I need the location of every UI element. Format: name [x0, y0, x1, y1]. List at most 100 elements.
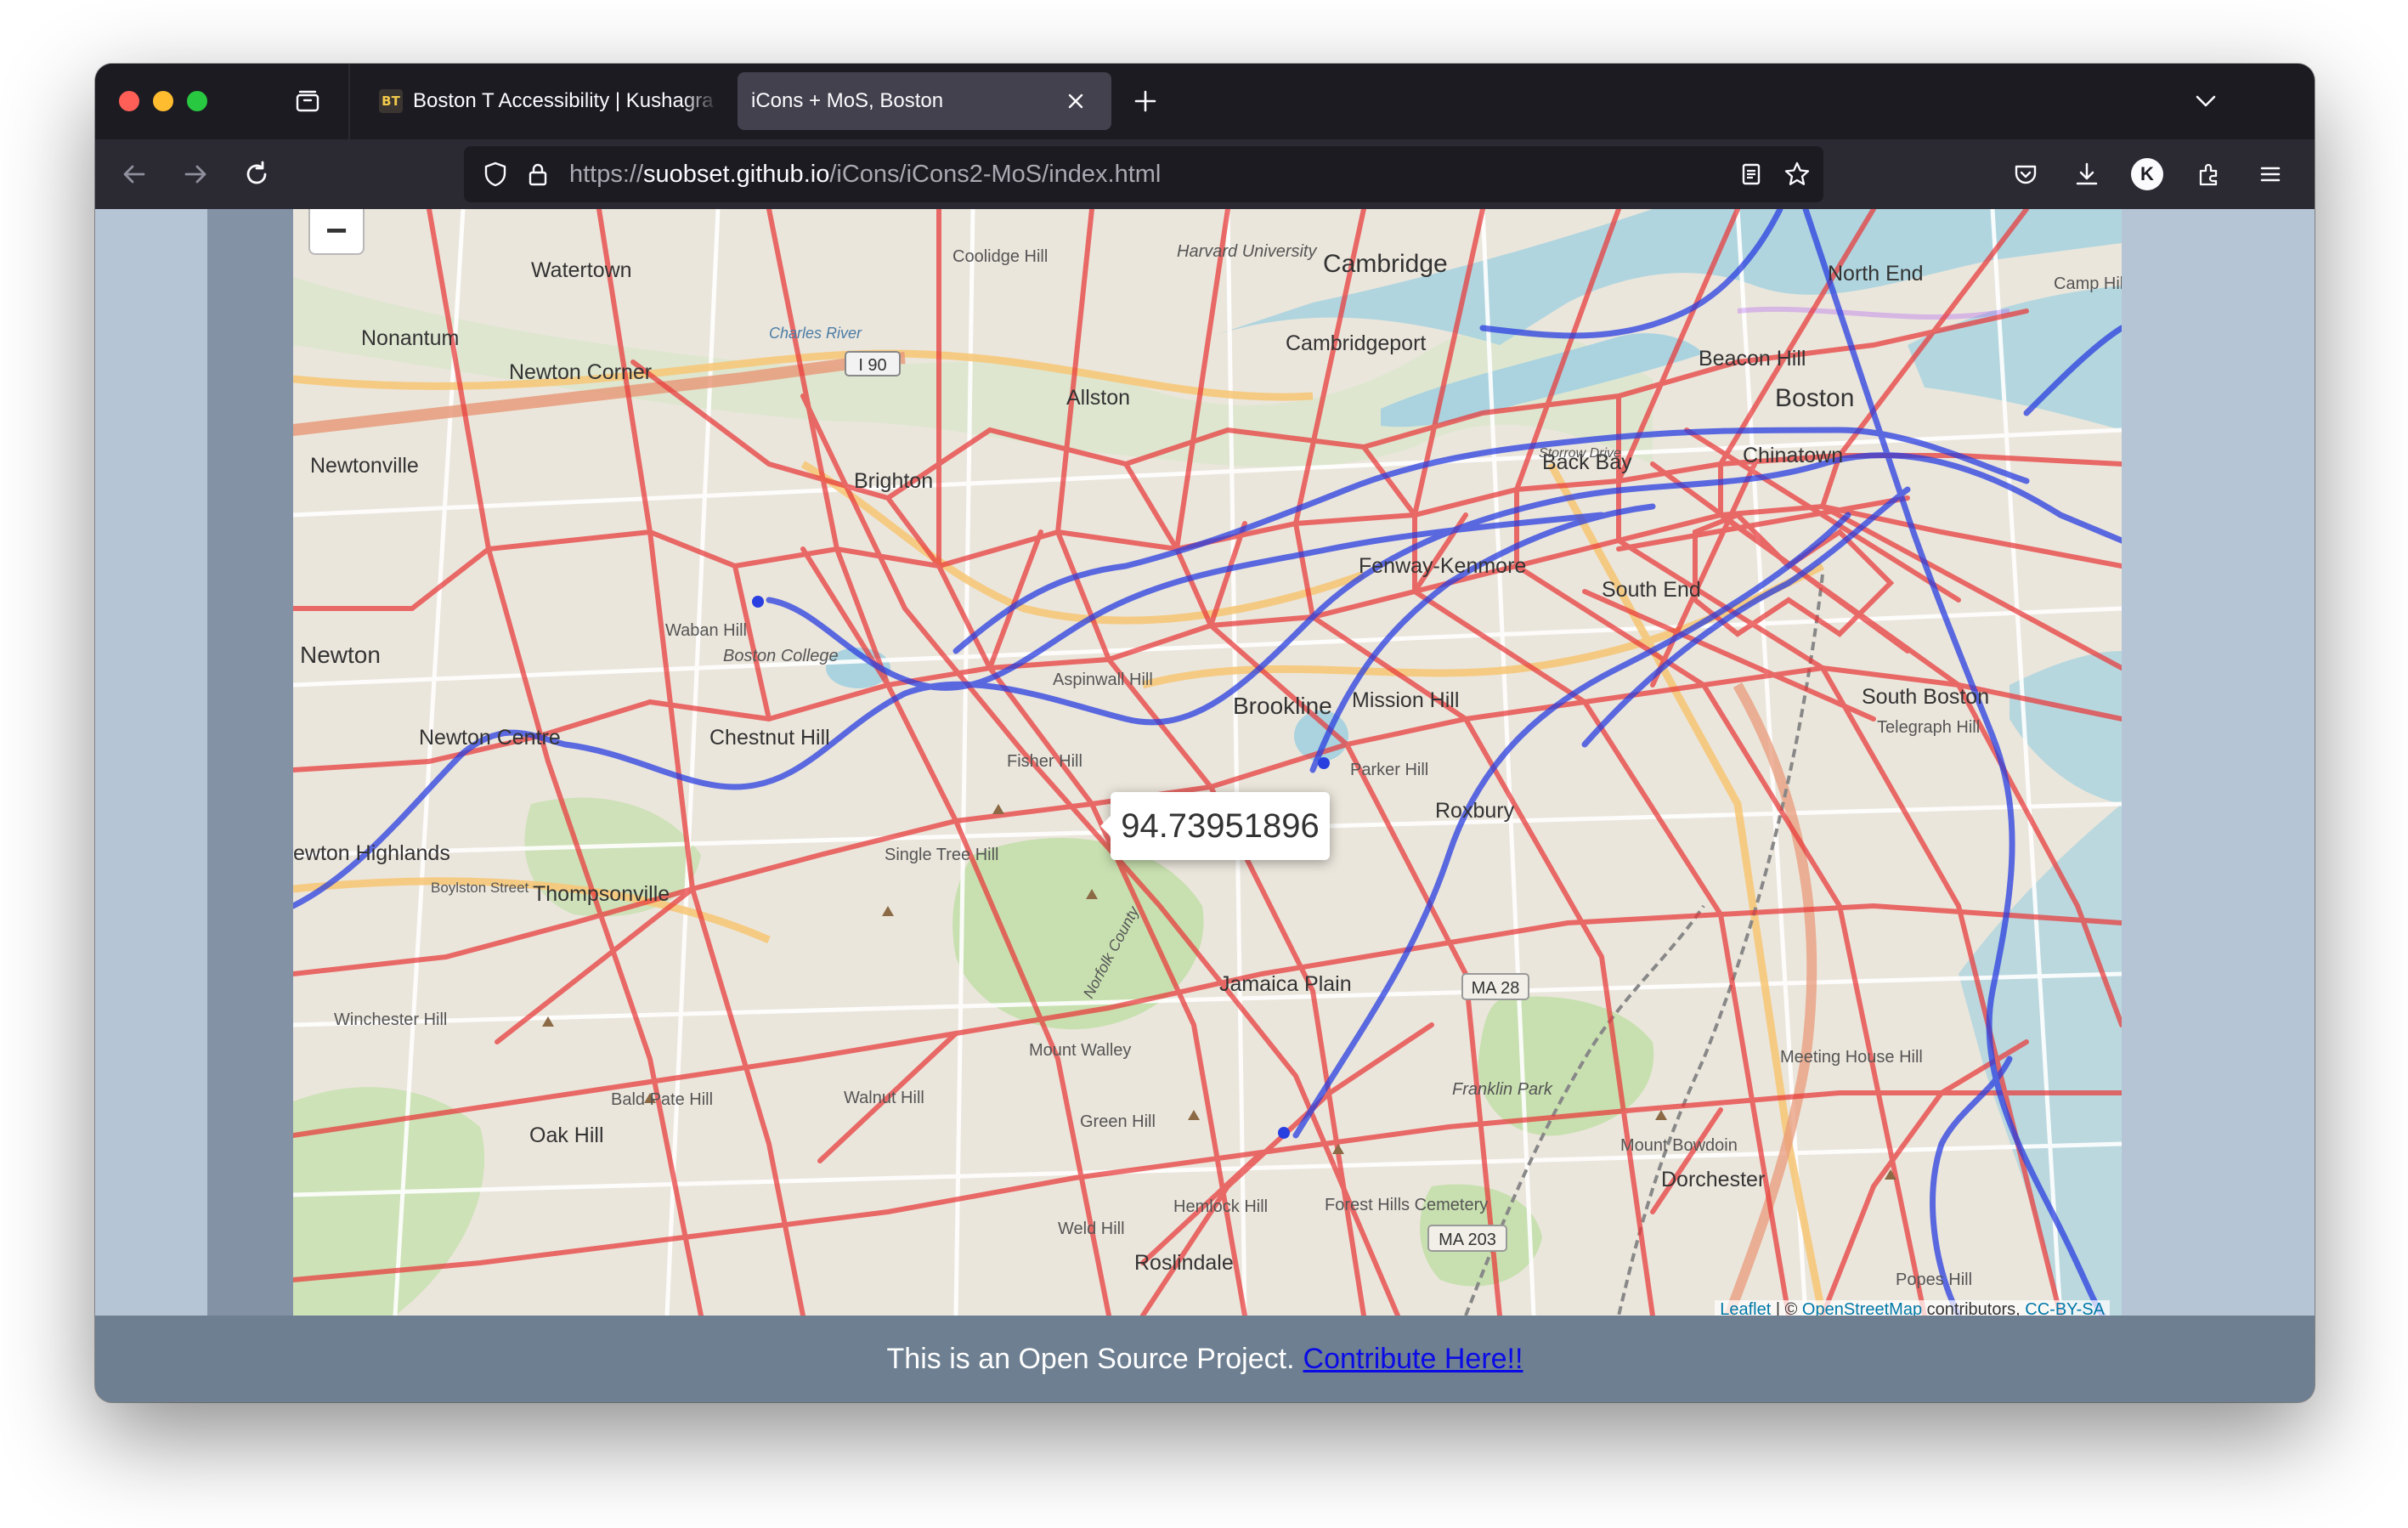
label-mount-walley: Mount Walley — [1029, 1041, 1131, 1060]
label-jamaica-plain: Jamaica Plain — [1219, 972, 1352, 996]
label-oak-hill: Oak Hill — [529, 1123, 604, 1147]
label-hemlock-hill: Hemlock Hill — [1173, 1197, 1268, 1216]
account-avatar-icon[interactable]: K — [2131, 158, 2163, 190]
label-newton: Newton — [300, 642, 381, 668]
zoom-out-label: − — [325, 210, 348, 252]
bookmark-star-icon[interactable] — [1781, 158, 1813, 190]
tab-overview-icon[interactable] — [292, 86, 323, 116]
label-meeting-house-hill: Meeting House Hill — [1780, 1048, 1923, 1067]
label-newton-highlands: ewton Highlands — [293, 841, 450, 865]
label-parker-hill: Parker Hill — [1350, 761, 1428, 779]
label-south-end: South End — [1602, 578, 1701, 602]
map-canvas: Watertown Nonantum Newton Corner Newtonv… — [293, 209, 2122, 1316]
map-attribution: Leaflet | © OpenStreetMap contributors, … — [1715, 1300, 2110, 1316]
minimize-window-button[interactable] — [153, 91, 173, 111]
attribution-contributors: contributors, — [1922, 1300, 2026, 1316]
label-newton-centre: Newton Centre — [419, 726, 561, 750]
tab-strip: BT Boston T Accessibility | Kushagra iCo… — [95, 64, 2315, 139]
label-chestnut-hill: Chestnut Hill — [709, 726, 830, 750]
label-south-boston: South Boston — [1862, 685, 1989, 709]
label-charles-river: Charles River — [769, 325, 862, 342]
download-icon[interactable] — [2070, 157, 2104, 191]
tab-title: Boston T Accessibility | Kushagra — [413, 89, 714, 112]
url-text[interactable]: https://suobset.github.io/iCons/iCons2-M… — [569, 161, 1161, 189]
tab-list-icon[interactable] — [2190, 86, 2221, 116]
label-thompsonville: Thompsonville — [533, 882, 670, 906]
label-boylston-street: Boylston Street — [431, 880, 529, 896]
url-host: suobset.github.io — [643, 161, 830, 188]
page-content: Watertown Nonantum Newton Corner Newtonv… — [95, 209, 2315, 1402]
label-chinatown: Chinatown — [1743, 444, 1843, 467]
menu-icon[interactable] — [2253, 157, 2287, 191]
label-green-hill: Green Hill — [1080, 1112, 1156, 1131]
reload-icon[interactable] — [240, 157, 274, 191]
url-path: /iCons/iCons2-MoS/index.html — [829, 161, 1162, 188]
page-footer: This is an Open Source Project. Contribu… — [95, 1316, 2315, 1402]
license-link[interactable]: CC-BY-SA — [2025, 1300, 2105, 1316]
reader-view-icon[interactable] — [1735, 158, 1767, 190]
transit-stop — [1318, 757, 1330, 769]
label-north-end: North End — [1828, 262, 1924, 286]
label-winchester-hill: Winchester Hill — [334, 1010, 447, 1029]
label-storrow-drive: Storrow Drive — [1539, 446, 1621, 461]
forward-icon[interactable] — [178, 157, 212, 191]
address-bar[interactable]: https://suobset.github.io/iCons/iCons2-M… — [464, 146, 1823, 202]
zoom-out-button[interactable]: − — [308, 209, 365, 255]
attribution-separator: | © — [1771, 1300, 1802, 1316]
label-aspinwall-hill: Aspinwall Hill — [1053, 671, 1153, 689]
transit-stop — [1278, 1127, 1290, 1139]
tooltip-value: 94.73951896 — [1121, 806, 1320, 845]
url-scheme: https:// — [569, 161, 644, 188]
avatar-letter: K — [2140, 163, 2154, 184]
label-weld-hill: Weld Hill — [1058, 1220, 1125, 1238]
lock-icon[interactable] — [522, 158, 554, 190]
shield-icon[interactable] — [479, 158, 512, 190]
label-walnut-hill: Walnut Hill — [844, 1089, 924, 1107]
pocket-icon[interactable] — [2009, 157, 2043, 191]
label-waban-hill: Waban Hill — [665, 621, 747, 640]
leaflet-map[interactable]: Watertown Nonantum Newton Corner Newtonv… — [293, 209, 2122, 1316]
leaflet-link[interactable]: Leaflet — [1720, 1300, 1771, 1316]
shield-ma28: MA 28 — [1472, 979, 1520, 998]
label-bald-pate-hill: Bald Pate Hill — [611, 1090, 713, 1109]
navigation-toolbar: https://suobset.github.io/iCons/iCons2-M… — [95, 139, 2315, 209]
label-beacon-hill: Beacon Hill — [1699, 347, 1806, 371]
label-popes-hill: Popes Hill — [1896, 1271, 1972, 1289]
label-cambridge: Cambridge — [1323, 250, 1448, 278]
label-newton-corner: Newton Corner — [509, 360, 652, 384]
shield-ma203: MA 203 — [1439, 1231, 1496, 1249]
zoom-window-button[interactable] — [187, 91, 207, 111]
label-boston-college: Boston College — [723, 647, 839, 665]
label-harvard-university: Harvard University — [1177, 242, 1317, 261]
close-tab-icon[interactable] — [1064, 89, 1088, 113]
label-forest-hills-cemetery: Forest Hills Cemetery — [1325, 1196, 1488, 1214]
label-mount-bowdoin: Mount Bowdoin — [1620, 1136, 1738, 1155]
back-icon[interactable] — [117, 157, 151, 191]
label-watertown: Watertown — [531, 258, 632, 282]
footer-text: This is an Open Source Project. — [886, 1342, 1295, 1375]
new-tab-icon[interactable] — [1130, 86, 1161, 116]
tab-title: iCons + MoS, Boston — [751, 89, 944, 112]
label-telegraph-hill: Telegraph Hill — [1877, 718, 1980, 737]
label-newtonville: Newtonville — [310, 454, 419, 478]
label-nonantum: Nonantum — [361, 326, 459, 350]
label-mission-hill: Mission Hill — [1352, 688, 1459, 712]
label-brighton: Brighton — [854, 469, 933, 493]
contribute-link[interactable]: Contribute Here!! — [1303, 1343, 1523, 1376]
label-single-tree-hill: Single Tree Hill — [885, 846, 999, 864]
label-allston: Allston — [1066, 386, 1130, 410]
label-boston: Boston — [1775, 384, 1854, 412]
label-brookline: Brookline — [1233, 693, 1332, 719]
label-dorchester: Dorchester — [1661, 1168, 1765, 1191]
close-window-button[interactable] — [119, 91, 139, 111]
osm-link[interactable]: OpenStreetMap — [1802, 1300, 1922, 1316]
label-roslindale: Roslindale — [1134, 1251, 1234, 1275]
label-franklin-park: Franklin Park — [1452, 1080, 1553, 1099]
tab-icons-mos-boston[interactable]: iCons + MoS, Boston — [738, 72, 1111, 130]
extensions-icon[interactable] — [2192, 157, 2226, 191]
label-fenway-kenmore: Fenway-Kenmore — [1359, 554, 1526, 578]
browser-window: BT Boston T Accessibility | Kushagra iCo… — [95, 64, 2315, 1402]
transit-stop — [752, 596, 764, 608]
label-cambridgeport: Cambridgeport — [1286, 331, 1426, 355]
label-camp-hill: Camp Hill — [2054, 274, 2122, 293]
